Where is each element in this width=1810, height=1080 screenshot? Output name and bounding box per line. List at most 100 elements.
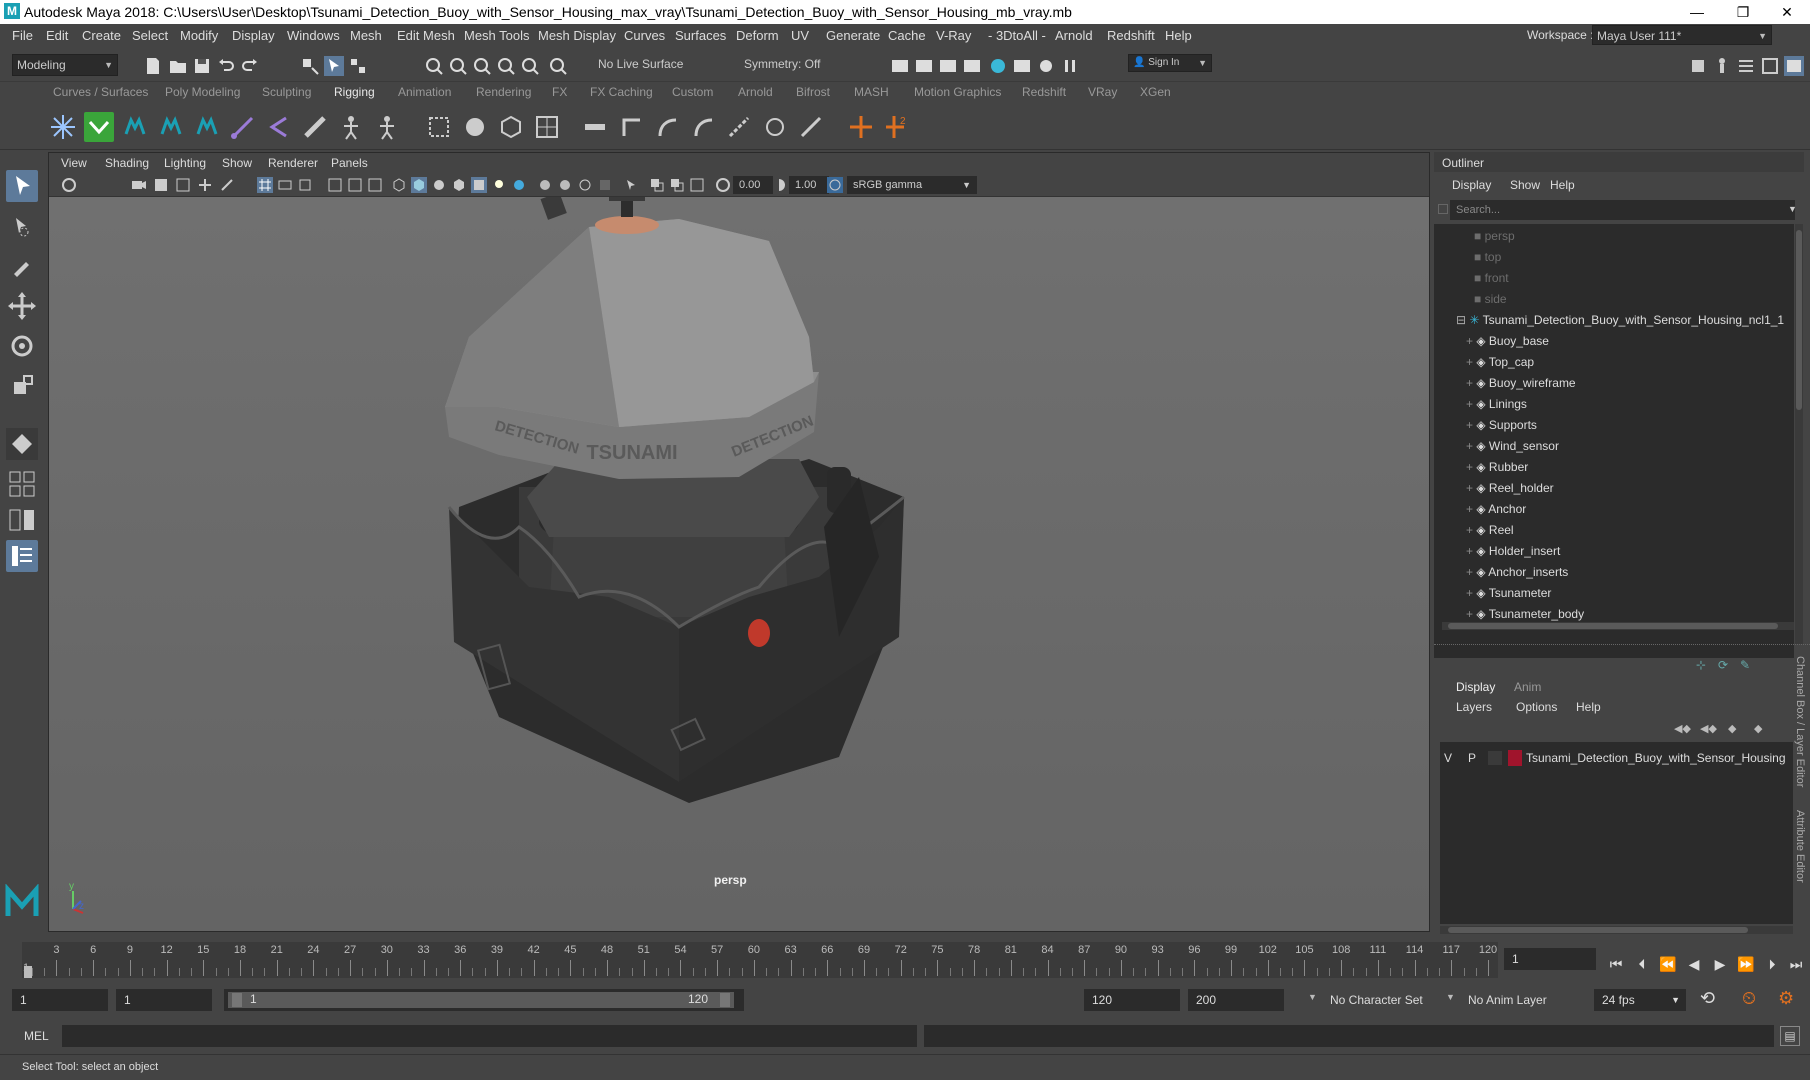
scrollbar-thumb[interactable] [1448,927,1748,933]
outliner-item-holder-insert[interactable]: + ◈ Holder_insert [1466,541,1560,562]
layer-playback-toggle[interactable]: P [1468,748,1476,768]
outliner-item-root[interactable]: ⊟ ✳ Tsunami_Detection_Buoy_with_Sensor_H… [1456,310,1784,331]
snap-grid-icon[interactable] [424,56,444,76]
snap-point-icon[interactable] [472,56,492,76]
scrollbar-thumb[interactable] [1448,623,1778,629]
new-layer-icon[interactable]: ◆ [1728,722,1736,735]
layer-menu-layers[interactable]: Layers [1456,700,1492,714]
soft-mod-icon[interactable] [532,112,562,142]
chevron-down-icon[interactable]: ▼ [1446,992,1455,1002]
outliner-item-wind-sensor[interactable]: + ◈ Wind_sensor [1466,436,1559,457]
cluster-icon[interactable] [424,112,454,142]
loop-icon[interactable]: ⟲ [1700,988,1715,1009]
shelf-tab-vray[interactable]: VRay [1088,85,1117,99]
go-to-end-icon[interactable]: ⏭ [1786,954,1806,974]
expand-icon[interactable]: + [1466,376,1476,390]
outliner-item-buoy-wireframe[interactable]: + ◈ Buoy_wireframe [1466,373,1576,394]
outliner-item-persp[interactable]: ■ persp [1474,226,1515,247]
layer-hscrollbar[interactable] [1440,926,1793,934]
isolate-select-icon[interactable] [623,177,639,193]
shelf-tab-custom[interactable]: Custom [672,85,713,99]
gamma-field[interactable]: 1.00 [789,176,829,194]
joint-tool-icon[interactable] [48,112,78,142]
modeling-toolkit-icon[interactable] [1688,56,1708,76]
layer-type-toggle[interactable] [1488,751,1502,765]
orient-constraint-icon[interactable] [652,112,682,142]
shelf-tab-redshift[interactable]: Redshift [1022,85,1066,99]
exposure-field[interactable]: 0.00 [733,176,773,194]
playback-start-field[interactable]: 1 [116,989,212,1011]
collapse-icon[interactable]: ⊟ [1456,313,1469,327]
wrap-icon[interactable] [496,112,526,142]
expand-icon[interactable]: + [1466,607,1476,621]
ik-spline-icon[interactable] [228,112,258,142]
move-layer-down-icon[interactable]: ◀◆ [1700,722,1717,735]
menu-edit-mesh[interactable]: Edit Mesh [397,28,455,43]
menu-curves[interactable]: Curves [624,28,665,43]
expand-icon[interactable]: + [1466,460,1476,474]
command-input[interactable] [62,1025,917,1047]
maximize-button[interactable]: ❐ [1720,0,1766,24]
render-settings-icon[interactable] [962,56,982,76]
camera-attributes-icon[interactable] [131,177,147,193]
humanik-definition-icon[interactable] [156,112,186,142]
outliner-item-top-cap[interactable]: + ◈ Top_cap [1466,352,1534,373]
outliner-item-reel-holder[interactable]: + ◈ Reel_holder [1466,478,1554,499]
symmetry-dropdown[interactable]: Symmetry: Off [740,54,840,76]
menu-display[interactable]: Display [232,28,275,43]
outliner-item-anchor-inserts[interactable]: + ◈ Anchor_inserts [1466,562,1568,583]
menu-surfaces[interactable]: Surfaces [675,28,726,43]
paint-select-icon[interactable] [6,250,38,282]
shelf-tab-sculpting[interactable]: Sculpting [262,85,311,99]
gamma-icon[interactable] [771,177,787,193]
auto-key-icon[interactable]: ⏲ [1742,988,1756,1009]
expand-icon[interactable]: + [1466,502,1476,516]
safe-action-icon[interactable] [367,177,383,193]
step-forward-key-icon[interactable]: ⏩ [1736,954,1756,974]
range-slider-handle[interactable]: 1 120 [228,992,734,1008]
exposure-icon[interactable] [715,177,731,193]
layer-visibility-toggle[interactable]: V [1444,748,1452,768]
smooth-shade-icon[interactable] [411,177,427,193]
layer-menu-help[interactable]: Help [1576,700,1601,714]
lights-icon[interactable] [491,177,507,193]
character-set-dropdown[interactable]: No Character Set [1330,993,1423,1007]
layer-row[interactable]: V P Tsunami_Detection_Buoy_with_Sensor_H… [1440,748,1793,768]
shelf-tab-rendering[interactable]: Rendering [476,85,531,99]
ik-handle-icon[interactable] [84,112,114,142]
pause-viewport-icon[interactable] [1060,56,1080,76]
move-tool-icon[interactable] [6,290,38,322]
open-scene-icon[interactable] [168,56,188,76]
outliner-menu-help[interactable]: Help [1550,178,1575,192]
field-chart-icon[interactable] [347,177,363,193]
film-gate-icon[interactable] [277,177,293,193]
outliner-item-reel[interactable]: + ◈ Reel [1466,520,1514,541]
ik-rp-icon[interactable] [264,112,294,142]
scene-start-field[interactable]: 1 [12,989,108,1011]
textured-icon[interactable] [471,177,487,193]
layer-menu-options[interactable]: Options [1516,700,1557,714]
anim-layer-dropdown[interactable]: No Anim Layer [1468,993,1547,1007]
layer-tab-anim[interactable]: Anim [1514,680,1541,694]
viewport-menu-panels[interactable]: Panels [331,156,368,170]
bookmark-icon[interactable] [153,177,169,193]
expand-icon[interactable]: + [1466,397,1476,411]
motion-blur-icon[interactable] [557,177,573,193]
snap-vertex-icon[interactable] [548,56,568,76]
menu-edit[interactable]: Edit [46,28,68,43]
fps-dropdown[interactable]: 24 fps ▼ [1594,989,1686,1011]
tool-settings-icon[interactable] [1760,56,1780,76]
playback-end-field[interactable]: 120 [1084,989,1180,1011]
wireframe-icon[interactable] [391,177,407,193]
time-slider[interactable]: 3 6 9 12 15 18 21 24 27 30 33 36 39 42 45 48 51 54 57 60 63 6… [0,938,1810,982]
go-to-start-icon[interactable]: ⏮ [1606,954,1626,974]
xray-joints-icon[interactable] [689,177,705,193]
shelf-tab-bifrost[interactable]: Bifrost [796,85,830,99]
shelf-tab-xgen[interactable]: XGen [1140,85,1171,99]
menu-vray[interactable]: V-Ray [936,28,971,43]
character-icon[interactable] [372,112,402,142]
outliner-item-buoy-base[interactable]: + ◈ Buoy_base [1466,331,1549,352]
four-view-layout-icon[interactable] [6,468,38,500]
render-setup-icon[interactable] [1012,56,1032,76]
scene-view[interactable]: TSUNAMI DETECTION DETECTION y z [49,197,1429,931]
